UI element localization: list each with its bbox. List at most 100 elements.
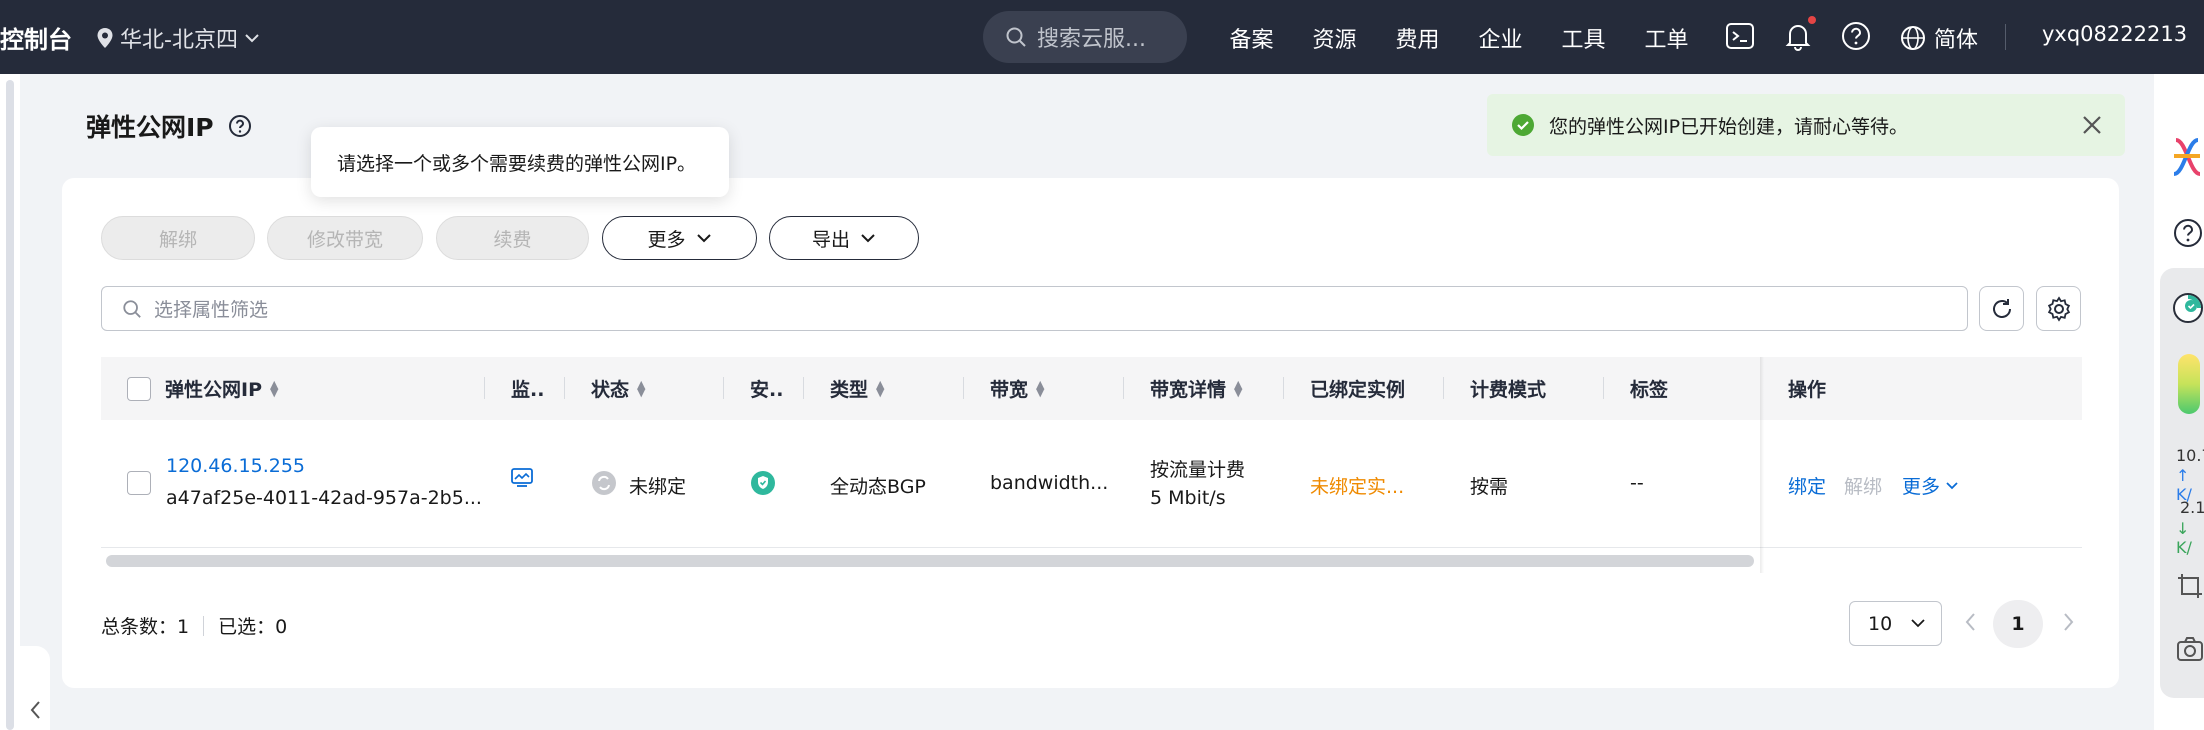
column-divider[interactable] [1283,377,1284,399]
monitor-icon[interactable] [511,468,533,493]
location-pin-icon [97,28,113,48]
nav-item-billing[interactable]: 费用 [1376,22,1459,54]
row-checkbox-cell [127,471,151,495]
page-number-current[interactable]: 1 [1993,600,2043,648]
nav-item-resources[interactable]: 资源 [1293,22,1376,54]
selected-count: 已选：0 [218,616,288,638]
table-row: 120.46.15.255 a47af25e-4011-42ad-957a-2b… [101,420,2082,548]
export-dropdown[interactable]: 导出 [769,216,919,260]
chevron-right-icon [2064,613,2074,631]
column-header-billing-mode: 计费模式 [1470,357,1546,420]
security-shield-icon[interactable] [750,470,776,501]
sort-icon[interactable]: ▲ ▼ [876,379,884,398]
refresh-button[interactable] [1979,286,2024,331]
column-divider[interactable] [963,377,964,399]
left-scrollbar[interactable] [6,80,14,730]
nav-item-enterprise[interactable]: 企业 [1459,22,1542,54]
left-sidebar-rail [0,74,20,730]
close-icon[interactable] [2081,110,2103,143]
next-page-button[interactable] [2063,610,2075,638]
column-divider[interactable] [723,377,724,399]
unbind-action-link[interactable]: 解绑 [1844,472,1882,499]
column-header-security: 安.. [750,357,783,420]
sort-icon[interactable]: ▲ ▼ [1036,379,1044,398]
table-summary: 总条数：1 已选：0 [101,612,287,639]
select-all-checkbox[interactable] [127,376,151,401]
sidebar-expand-button[interactable] [20,646,50,730]
sort-icon[interactable]: ▲ ▼ [270,379,278,398]
total-count: 总条数：1 [101,616,190,638]
more-label: 更多 [647,228,686,251]
more-actions-dropdown[interactable]: 更多 [602,216,757,260]
modify-bandwidth-button[interactable]: 修改带宽 [267,216,423,260]
column-divider[interactable] [484,377,485,399]
top-nav-menu: 备案 资源 费用 企业 工具 工单 [1210,22,1708,54]
nav-item-tickets[interactable]: 工单 [1625,22,1708,54]
column-label: 安.. [750,379,784,401]
sort-icon[interactable]: ▲ ▼ [1234,379,1242,398]
table-settings-button[interactable] [2036,286,2081,331]
chevron-down-icon [861,234,875,243]
success-toast: 您的弹性公网IP已开始创建，请耐心等待。 [1487,94,2125,156]
column-divider[interactable] [1603,377,1604,399]
help-circle-icon[interactable] [228,114,252,138]
page-title: 弹性公网IP [86,108,252,144]
chevron-down-icon [1946,481,1958,489]
help-icon[interactable] [2173,218,2203,252]
bandwidth-name[interactable]: bandwidth... [990,472,1108,494]
search-icon [1006,27,1026,47]
tooltip-text: 请选择一个或多个需要续费的弹性公网IP。 [337,152,697,175]
unbound-status-icon [591,470,617,501]
attribute-filter-input[interactable]: 选择属性筛选 [101,286,1968,331]
horizontal-scrollbar[interactable] [106,555,1754,567]
column-header-type[interactable]: 类型 ▲ ▼ [830,357,884,420]
nav-item-beian[interactable]: 备案 [1210,22,1293,54]
fixed-column-shadow [1760,357,1764,573]
column-divider[interactable] [1123,377,1124,399]
column-header-monitor: 监.. [511,357,544,420]
global-search-input[interactable]: 搜索云服... [983,11,1187,63]
eip-address-link[interactable]: 120.46.15.255 [166,455,305,477]
column-header-bandwidth-detail[interactable]: 带宽详情 ▲ ▼ [1150,357,1242,420]
bandwidth-size: 5 Mbit/s [1150,487,1226,509]
cloud-shell-icon[interactable] [1724,20,1756,52]
search-placeholder: 搜索云服... [1037,27,1146,52]
column-header-bandwidth[interactable]: 带宽 ▲ ▼ [990,357,1044,420]
bind-action-link[interactable]: 绑定 [1788,472,1826,499]
camera-icon[interactable] [2176,636,2204,666]
security-check-icon [2172,292,2204,328]
sort-icon[interactable]: ▲ ▼ [637,379,645,398]
console-title[interactable]: 控制台 [0,20,72,55]
column-header-status[interactable]: 状态 ▲ ▼ [591,357,645,420]
language-selector[interactable]: 简体 [1900,22,1978,54]
language-label: 简体 [1934,28,1979,53]
renew-button[interactable]: 续费 [436,216,589,260]
success-check-icon [1512,114,1534,136]
notification-bell-icon[interactable] [1782,16,1816,52]
page-size-value: 10 [1868,612,1893,635]
column-header-eip[interactable]: 弹性公网IP ▲ ▼ [165,357,278,420]
notification-dot [1808,16,1816,24]
page-size-select[interactable]: 10 [1849,601,1942,646]
column-divider[interactable] [803,377,804,399]
column-divider[interactable] [564,377,565,399]
download-speed-value: 2.1 [2180,498,2204,517]
assistant-logo-icon[interactable] [2170,136,2204,182]
nav-item-tools[interactable]: 工具 [1542,22,1625,54]
topbar-divider [2005,24,2006,50]
chevron-down-icon [1911,619,1925,628]
region-selector[interactable]: 华北-北京四 [96,22,260,54]
table-header: 弹性公网IP ▲ ▼ 监.. 状态 ▲ ▼ 安.. 类型 ▲ ▼ 带宽 ▲ ▼ 带宽详情… [101,357,2082,420]
column-label: 已绑定实例 [1310,379,1406,401]
column-label: 弹性公网IP [165,379,262,401]
column-divider[interactable] [1443,377,1444,399]
row-checkbox[interactable] [127,471,151,495]
screenshot-icon[interactable] [2176,572,2204,604]
column-label: 带宽 [990,379,1029,401]
eip-id: a47af25e-4011-42ad-957a-2b5... [166,487,482,509]
more-action-dropdown[interactable]: 更多 [1902,472,1958,499]
previous-page-button[interactable] [1964,610,1976,638]
username[interactable]: yxq08222213 [2042,22,2187,46]
unbind-button[interactable]: 解绑 [101,216,255,260]
help-icon[interactable] [1840,20,1872,52]
